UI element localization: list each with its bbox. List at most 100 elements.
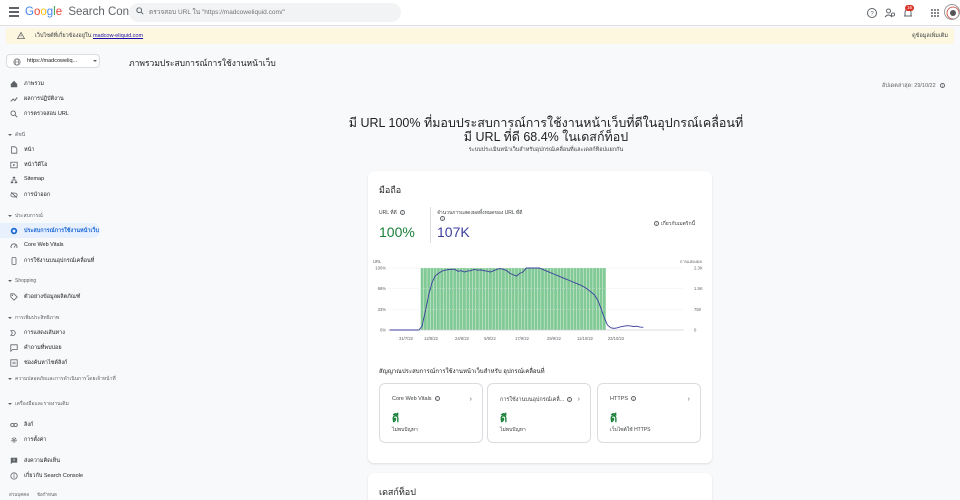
search-input[interactable] bbox=[149, 5, 394, 20]
signal-name: การใช้งานบนอุปกรณ์เคลื่... i bbox=[500, 396, 573, 404]
property-selector[interactable]: https://madcoweliq... bbox=[6, 54, 100, 68]
sidebar-item-home[interactable]: ภาพรวม bbox=[0, 76, 100, 91]
help-icon[interactable]: ? bbox=[866, 7, 878, 19]
signal-description: ไม่พบปัญหา bbox=[392, 427, 418, 433]
sidebar-item-video[interactable]: หน้าวิดีโอ bbox=[0, 157, 100, 172]
sidebar-item-label: คำถามที่พบบ่อย bbox=[24, 345, 62, 351]
svg-text:?: ? bbox=[870, 11, 874, 17]
sidebar-section[interactable]: การเพิ่มประสิทธิภาพ bbox=[8, 314, 59, 322]
sidebar-section-label: ความปลอดภัยและการดำเนินการโดยเจ้าหน้าที่ bbox=[15, 376, 116, 382]
chart-left-axis-label: URL bbox=[373, 259, 382, 264]
link-icon bbox=[10, 423, 18, 427]
sidebar-section-label: ดัชนี bbox=[15, 132, 26, 138]
signal-name: HTTPS i bbox=[610, 396, 637, 402]
manage-users-icon[interactable] bbox=[884, 7, 896, 19]
terms-link[interactable]: ข้อกำหนด bbox=[37, 492, 57, 497]
info-icon[interactable]: i bbox=[399, 210, 405, 216]
chart-right-tick: 2.3K bbox=[694, 266, 703, 271]
chevron-down-icon bbox=[8, 377, 12, 380]
chart-bar bbox=[423, 268, 427, 330]
privacy-link[interactable]: ส่วนบุคคล bbox=[9, 492, 29, 497]
sidebar-item-label: เกี่ยวกับ Search Console bbox=[24, 473, 84, 479]
sidebar-item-tag[interactable]: ตัวอย่างข้อมูลผลิตภัณฑ์ bbox=[0, 289, 100, 304]
chart-bar bbox=[511, 268, 515, 330]
sidebar-item-link[interactable]: ลิงก์ bbox=[0, 417, 100, 432]
sidebar-item-file[interactable]: หน้า bbox=[0, 142, 100, 157]
chart-bar bbox=[489, 268, 492, 330]
url-inspect-search[interactable] bbox=[129, 3, 401, 22]
chevron-right-icon: › bbox=[687, 396, 690, 403]
signal-card[interactable]: Core Web Vitals i › ดี ไม่พบปัญหา bbox=[379, 383, 483, 443]
sidebar-item-page-experience[interactable]: ประสบการณ์การใช้งานหน้าเว็บ bbox=[0, 223, 100, 238]
warning-icon bbox=[17, 32, 25, 39]
chart-bar bbox=[580, 268, 583, 330]
banner-learn-more[interactable]: ดูข้อมูลเพิ่มเติม bbox=[912, 32, 948, 40]
page-title: ภาพรวมประสบการณ์การใช้งานหน้าเว็บ bbox=[129, 58, 276, 68]
chart-bar bbox=[479, 268, 483, 330]
sidebar-item-mobile[interactable]: การใช้งานบนอุปกรณ์เคลื่อนที่ bbox=[0, 253, 100, 268]
banner-link[interactable]: madcow-eliquid.com bbox=[93, 33, 143, 39]
chart-bar bbox=[436, 268, 440, 330]
sidebar-item-label: ส่งความคิดเห็น bbox=[24, 458, 61, 464]
info-icon[interactable]: i bbox=[940, 83, 946, 89]
sitelinks-icon bbox=[10, 359, 18, 367]
chevron-down-icon bbox=[8, 133, 12, 136]
menu-icon[interactable] bbox=[9, 7, 19, 17]
sidebar-item-feedback[interactable]: ส่งความคิดเห็น bbox=[0, 453, 100, 468]
sidebar-section[interactable]: ดัชนี bbox=[8, 131, 25, 139]
signal-name: Core Web Vitals i bbox=[392, 396, 440, 402]
chart-bar bbox=[469, 268, 473, 330]
chart-x-tick: 12/8/22 bbox=[424, 336, 439, 341]
page-experience-icon bbox=[10, 227, 18, 235]
avatar[interactable] bbox=[944, 4, 960, 20]
chart-bar bbox=[557, 268, 561, 330]
chart-bar bbox=[466, 268, 470, 330]
good-urls-label: URL ที่ดี i bbox=[379, 210, 405, 216]
sidebar-item-label: หน้า bbox=[24, 147, 35, 153]
chart-bar bbox=[498, 268, 502, 330]
sidebar-item-search[interactable]: การตรวจสอบ URL bbox=[0, 106, 100, 121]
headline-desktop: มี URL ที่ดี 68.4% ในเดสก์ท็อป bbox=[463, 130, 629, 144]
sidebar-section[interactable]: ประสบการณ์ bbox=[8, 212, 43, 220]
sidebar-item-label: ตัวอย่างข้อมูลผลิตภัณฑ์ bbox=[24, 294, 81, 300]
sidebar-section[interactable]: ความปลอดภัยและการดำเนินการโดยเจ้าหน้าที่ bbox=[8, 376, 116, 383]
sidebar-item-gear[interactable]: การตั้งค่า bbox=[0, 432, 100, 447]
sidebar-section-label: ประสบการณ์ bbox=[15, 213, 43, 219]
mobile-chart: URL การแสดงผล 100% 66% 33% 0% 2.3K 1.5K 750 0 31/7… bbox=[373, 259, 703, 341]
sidebar-section[interactable]: Shopping bbox=[8, 278, 36, 284]
apps-grid-icon[interactable] bbox=[929, 7, 941, 19]
property-url: https://madcoweliq... bbox=[27, 58, 78, 64]
eye-off-icon bbox=[10, 191, 18, 199]
chart-bar bbox=[563, 268, 567, 330]
info-icon[interactable]: i bbox=[434, 396, 440, 402]
signal-card[interactable]: การใช้งานบนอุปกรณ์เคลื่... i › ดี ไม่พบปัญหา bbox=[487, 383, 591, 443]
chart-left-tick: 0% bbox=[380, 328, 386, 333]
sidebar-item-sitemap[interactable]: Sitemap bbox=[0, 172, 100, 187]
chart-bar bbox=[515, 268, 518, 330]
sidebar-item-info[interactable]: เกี่ยวกับ Search Console bbox=[0, 468, 100, 483]
chart-bar bbox=[463, 268, 466, 330]
speed-icon bbox=[10, 243, 18, 249]
info-icon[interactable]: i bbox=[631, 396, 637, 402]
sidebar-item-sitelinks[interactable]: ช่องค้นหาไซต์ลิงก์ bbox=[0, 355, 100, 370]
chart-right-tick: 750 bbox=[694, 307, 702, 312]
chart-x-tick: 29/9/22 bbox=[547, 336, 562, 341]
sidebar-item-trending[interactable]: ผลการปฏิบัติงาน bbox=[0, 91, 100, 106]
info-icon[interactable]: i bbox=[567, 397, 573, 403]
good-urls-value: 100% bbox=[379, 224, 415, 240]
chart-bar bbox=[521, 268, 525, 330]
signal-name-text: Core Web Vitals bbox=[392, 396, 432, 402]
info-icon[interactable]: i bbox=[440, 216, 445, 222]
sidebar-item-speed[interactable]: Core Web Vitals bbox=[0, 238, 100, 253]
chart-bar bbox=[508, 268, 512, 330]
sidebar-section[interactable]: เครื่องมือและรายงานเดิม bbox=[8, 400, 69, 408]
signal-card[interactable]: HTTPS i › ดี เว็บไซต์ใช้ HTTPS bbox=[597, 383, 701, 443]
info-icon bbox=[10, 472, 18, 480]
sidebar-item-label: ภาพรวม bbox=[24, 81, 45, 87]
sidebar-item-faq[interactable]: คำถามที่พบบ่อย bbox=[0, 340, 100, 355]
sidebar-item-eye-off[interactable]: การนำออก bbox=[0, 187, 100, 202]
sidebar-item-breadcrumb[interactable]: การแสดงเส้นทาง bbox=[0, 325, 100, 340]
chart-bar bbox=[524, 268, 528, 330]
about-metric-link[interactable]: i เกี่ยวกับเมตริกนี้ bbox=[654, 220, 695, 228]
chart-bar bbox=[485, 268, 489, 330]
